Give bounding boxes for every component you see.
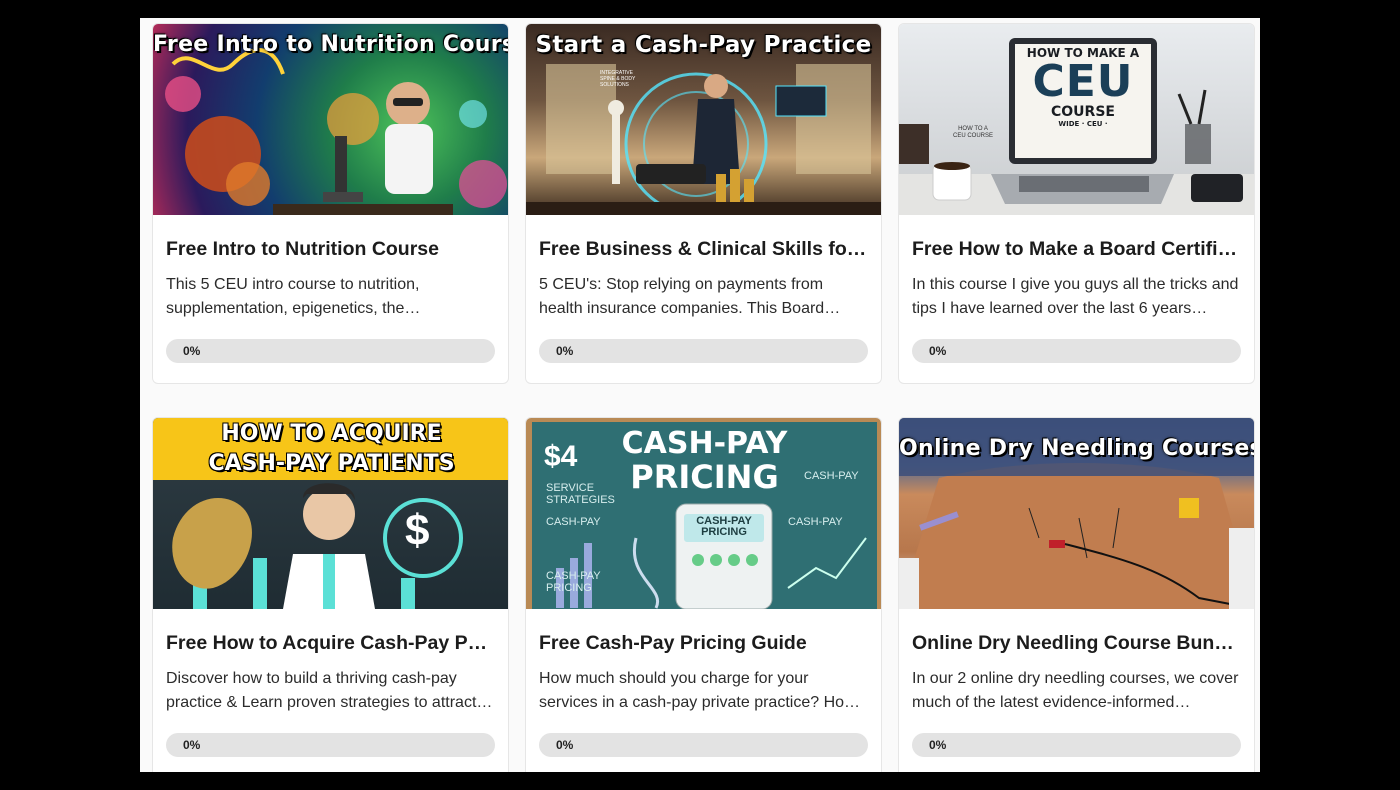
calculator-display-text: CASH-PAY PRICING [696,515,752,538]
course-progress-bar: 0% [912,733,1241,757]
course-title[interactable]: Free How to Acquire Cash-Pay Pa… [166,630,495,656]
course-description: Discover how to build a thriving cash-pa… [166,670,493,711]
course-thumbnail-dry-needling[interactable]: Online Dry Needling Courses [899,418,1254,609]
course-card-nutrition[interactable]: Free Intro to Nutrition Course Free Intr… [152,23,509,384]
course-card-pricing-guide[interactable]: CASH-PAY PRICING $4 SERVICE STRATEGIES C… [525,417,882,772]
course-title[interactable]: Online Dry Needling Course Bundl… [912,630,1241,656]
progress-percentage: 0% [183,738,201,752]
chalk-right-text-1: CASH-PAY [804,470,859,482]
dollar-sign: $ [405,506,430,555]
laptop-screen-text: HOW TO MAKE A CEU COURSE WIDE · CEU · [1017,44,1149,128]
course-title[interactable]: Free Business & Clinical Skills for … [539,236,868,262]
thumbnail-banner-text: Online Dry Needling Courses [899,436,1254,461]
progress-percentage: 0% [929,344,947,358]
course-card-make-ceu[interactable]: HOW TO MAKE A CEU COURSE WIDE · CEU · HO… [898,23,1255,384]
course-title[interactable]: Free How to Make a Board Certifie… [912,236,1241,262]
progress-percentage: 0% [556,344,574,358]
course-thumbnail-acquire-patients[interactable]: HOW TO ACQUIRE CASH-PAY PATIENTS $ [153,418,508,609]
chalk-s4: $4 [544,440,578,473]
course-description: 5 CEU's: Stop relying on payments from h… [539,276,841,317]
course-progress-bar: 0% [166,339,495,363]
acquire-banner-text: HOW TO ACQUIRE CASH-PAY PATIENTS [153,418,508,479]
wall-sign-text: INTEGRATIVE SPINE & BODY SOLUTIONS [600,70,636,88]
course-title[interactable]: Free Cash-Pay Pricing Guide [539,630,868,656]
course-progress-bar: 0% [539,733,868,757]
course-card-acquire-patients[interactable]: HOW TO ACQUIRE CASH-PAY PATIENTS $ Free … [152,417,509,772]
chalk-side-text-3: CASH-PAY PRICING [546,570,601,594]
course-progress-bar: 0% [539,339,868,363]
course-card-business-clinical[interactable]: INTEGRATIVE SPINE & BODY SOLUTIONS Start… [525,23,882,384]
chalk-side-text-2: CASH-PAY [546,516,601,528]
progress-percentage: 0% [183,344,201,358]
course-description: In this course I give you guys all the t… [912,276,1239,317]
course-thumbnail-make-ceu[interactable]: HOW TO MAKE A CEU COURSE WIDE · CEU · HO… [899,24,1254,215]
laptop-line-4: WIDE · CEU · [1058,120,1108,128]
course-thumbnail-nutrition[interactable]: Free Intro to Nutrition Course [153,24,508,215]
progress-percentage: 0% [929,738,947,752]
progress-percentage: 0% [556,738,574,752]
course-grid: Free Intro to Nutrition Course Free Intr… [152,23,1255,772]
course-thumbnail-cash-pay-practice[interactable]: INTEGRATIVE SPINE & BODY SOLUTIONS Start… [526,24,881,215]
course-card-dry-needling[interactable]: Online Dry Needling Courses Online Dry N… [898,417,1255,772]
thumbnail-banner-text: Free Intro to Nutrition Course [153,32,508,57]
course-progress-bar: 0% [166,733,495,757]
acquire-line-1: HOW TO ACQUIRE [221,421,442,446]
course-list-viewport: Free Intro to Nutrition Course Free Intr… [140,18,1260,772]
course-description: This 5 CEU intro course to nutrition, su… [166,276,421,317]
pricing-line-1: CASH-PAY [621,426,788,461]
course-title[interactable]: Free Intro to Nutrition Course [166,236,495,262]
chalk-right-text-2: CASH-PAY [788,516,843,528]
thumbnail-banner-text: Start a Cash-Pay Practice [535,32,872,58]
course-thumbnail-pricing-guide[interactable]: CASH-PAY PRICING $4 SERVICE STRATEGIES C… [526,418,881,609]
acquire-line-2: CASH-PAY PATIENTS [208,451,455,476]
chalk-side-text-1: SERVICE STRATEGIES [546,482,615,506]
laptop-line-2: CEU [1032,56,1134,107]
course-description: In our 2 online dry needling courses, we… [912,670,1239,711]
mug-text: HOW TO A CEU COURSE [953,126,994,139]
course-description: How much should you charge for your serv… [539,670,861,711]
course-progress-bar: 0% [912,339,1241,363]
